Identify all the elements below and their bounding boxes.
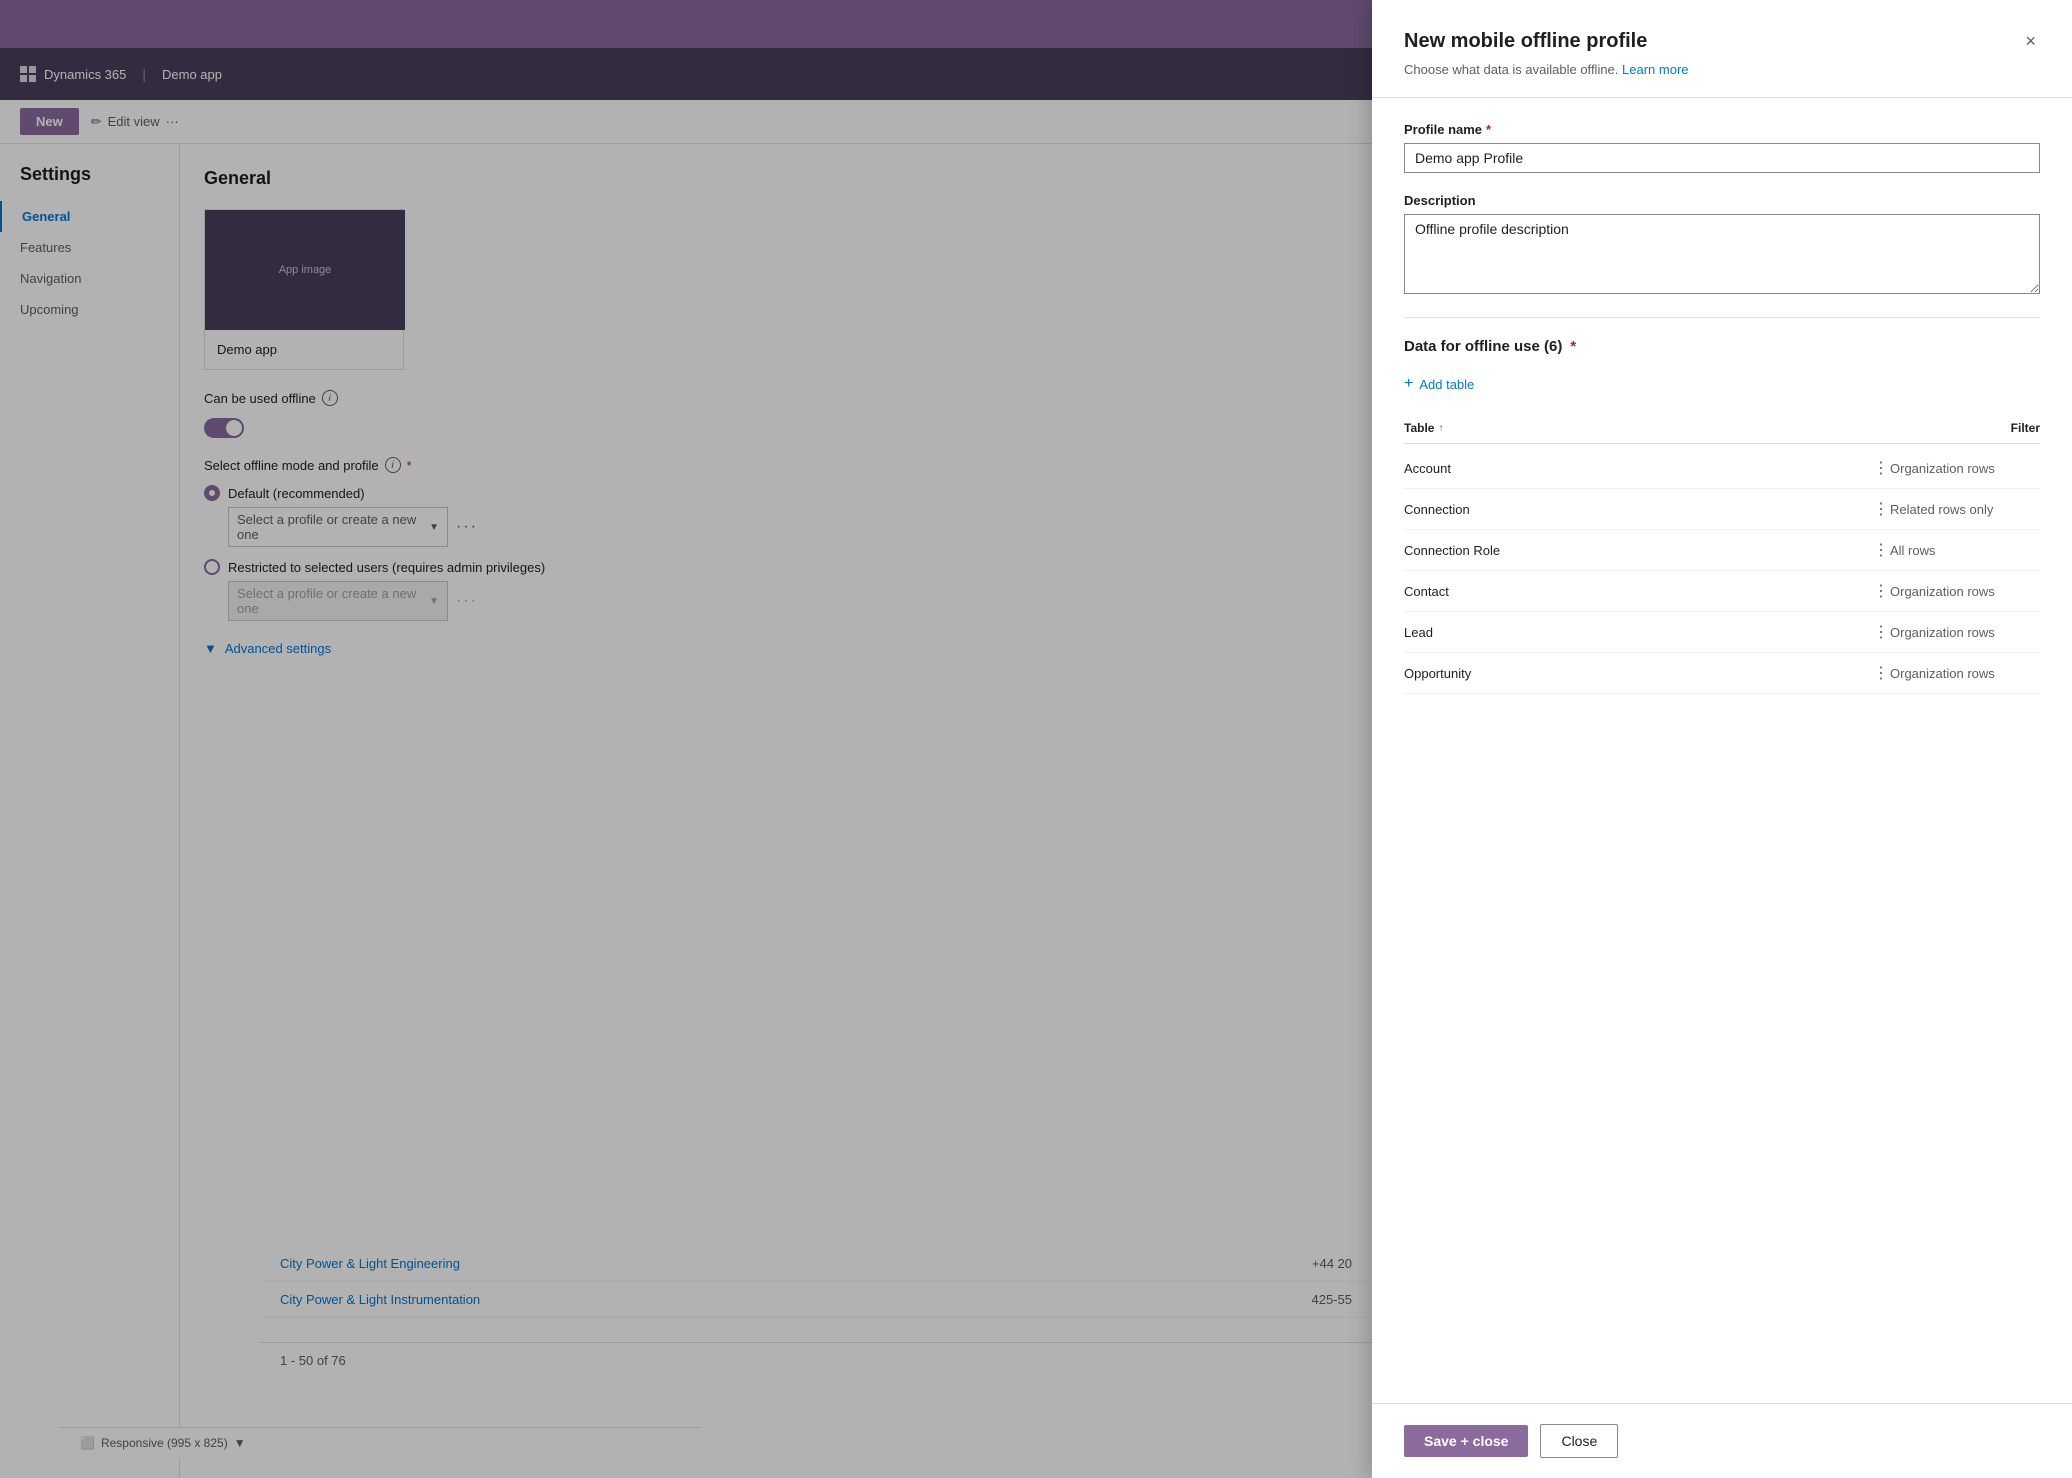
table-row-contact-name: Contact [1404, 584, 1873, 599]
table-row-lead-more-icon[interactable]: ⋮ [1873, 622, 1890, 642]
table-row-contact-actions: ⋮ [1873, 581, 1890, 601]
add-table-label: Add table [1419, 377, 1474, 392]
table-row-connection: Connection ⋮ Related rows only [1404, 489, 2040, 530]
table-row-lead-name: Lead [1404, 625, 1873, 640]
table-row-connection-role-filter: All rows [1890, 543, 2040, 558]
panel-title-row: New mobile offline profile × [1404, 28, 2040, 54]
description-label-text: Description [1404, 193, 1476, 208]
tables-list: Account ⋮ Organization rows Connection ⋮… [1404, 448, 2040, 694]
panel-close-button[interactable]: × [2021, 28, 2040, 54]
panel-header: New mobile offline profile × Choose what… [1372, 0, 2072, 98]
table-row-account-name: Account [1404, 461, 1873, 476]
table-header-filter: Filter [1880, 421, 2040, 435]
save-close-button[interactable]: Save + close [1404, 1425, 1528, 1457]
table-row-opportunity-name: Opportunity [1404, 666, 1873, 681]
close-button[interactable]: Close [1540, 1424, 1618, 1458]
panel-subtitle: Choose what data is available offline. L… [1404, 62, 2040, 77]
profile-name-required-star: * [1486, 122, 1491, 137]
table-header: Table ↑ Filter [1404, 413, 2040, 444]
table-row-connection-name: Connection [1404, 502, 1873, 517]
profile-name-label-text: Profile name [1404, 122, 1482, 137]
table-row-account-actions: ⋮ [1873, 458, 1890, 478]
panel-body: Profile name * Description Offline profi… [1372, 98, 2072, 1403]
sort-arrow-icon: ↑ [1438, 423, 1443, 434]
table-row-connection-role: Connection Role ⋮ All rows [1404, 530, 2040, 571]
table-row-lead-filter: Organization rows [1890, 625, 2040, 640]
table-header-filter-text: Filter [2011, 421, 2040, 435]
panel-subtitle-text: Choose what data is available offline. [1404, 62, 1618, 77]
table-row-connection-actions: ⋮ [1873, 499, 1890, 519]
table-row-account-more-icon[interactable]: ⋮ [1873, 458, 1890, 478]
table-row-connection-role-more-icon[interactable]: ⋮ [1873, 540, 1890, 560]
table-row-connection-filter: Related rows only [1890, 502, 2040, 517]
plus-icon: + [1404, 375, 1413, 393]
learn-more-link[interactable]: Learn more [1622, 62, 1688, 77]
table-row-contact: Contact ⋮ Organization rows [1404, 571, 2040, 612]
description-group: Description Offline profile description [1404, 193, 2040, 297]
table-row-lead: Lead ⋮ Organization rows [1404, 612, 2040, 653]
profile-name-group: Profile name * [1404, 122, 2040, 173]
section-divider [1404, 317, 2040, 318]
panel-footer: Save + close Close [1372, 1403, 2072, 1478]
data-offline-section: Data for offline use (6) * + Add table T… [1404, 338, 2040, 694]
panel-title: New mobile offline profile [1404, 30, 1647, 53]
profile-name-label: Profile name * [1404, 122, 2040, 137]
table-row-contact-filter: Organization rows [1890, 584, 2040, 599]
new-offline-profile-panel: New mobile offline profile × Choose what… [1372, 0, 2072, 1478]
table-row-connection-role-actions: ⋮ [1873, 540, 1890, 560]
table-header-table: Table ↑ [1404, 421, 1880, 435]
table-row-opportunity-more-icon[interactable]: ⋮ [1873, 663, 1890, 683]
table-row-account-filter: Organization rows [1890, 461, 2040, 476]
table-row-opportunity-filter: Organization rows [1890, 666, 2040, 681]
description-label: Description [1404, 193, 2040, 208]
table-row-lead-actions: ⋮ [1873, 622, 1890, 642]
table-header-table-text: Table [1404, 421, 1434, 435]
data-section-required-star: * [1570, 338, 1576, 355]
data-section-title: Data for offline use (6) * [1404, 338, 2040, 355]
profile-name-input[interactable] [1404, 143, 2040, 173]
add-table-button[interactable]: + Add table [1404, 371, 1474, 397]
description-textarea[interactable]: Offline profile description [1404, 214, 2040, 294]
data-section-title-text: Data for offline use (6) [1404, 338, 1562, 355]
table-row-opportunity: Opportunity ⋮ Organization rows [1404, 653, 2040, 694]
table-row-opportunity-actions: ⋮ [1873, 663, 1890, 683]
table-row-connection-role-name: Connection Role [1404, 543, 1873, 558]
table-row-account: Account ⋮ Organization rows [1404, 448, 2040, 489]
table-row-contact-more-icon[interactable]: ⋮ [1873, 581, 1890, 601]
table-row-connection-more-icon[interactable]: ⋮ [1873, 499, 1890, 519]
